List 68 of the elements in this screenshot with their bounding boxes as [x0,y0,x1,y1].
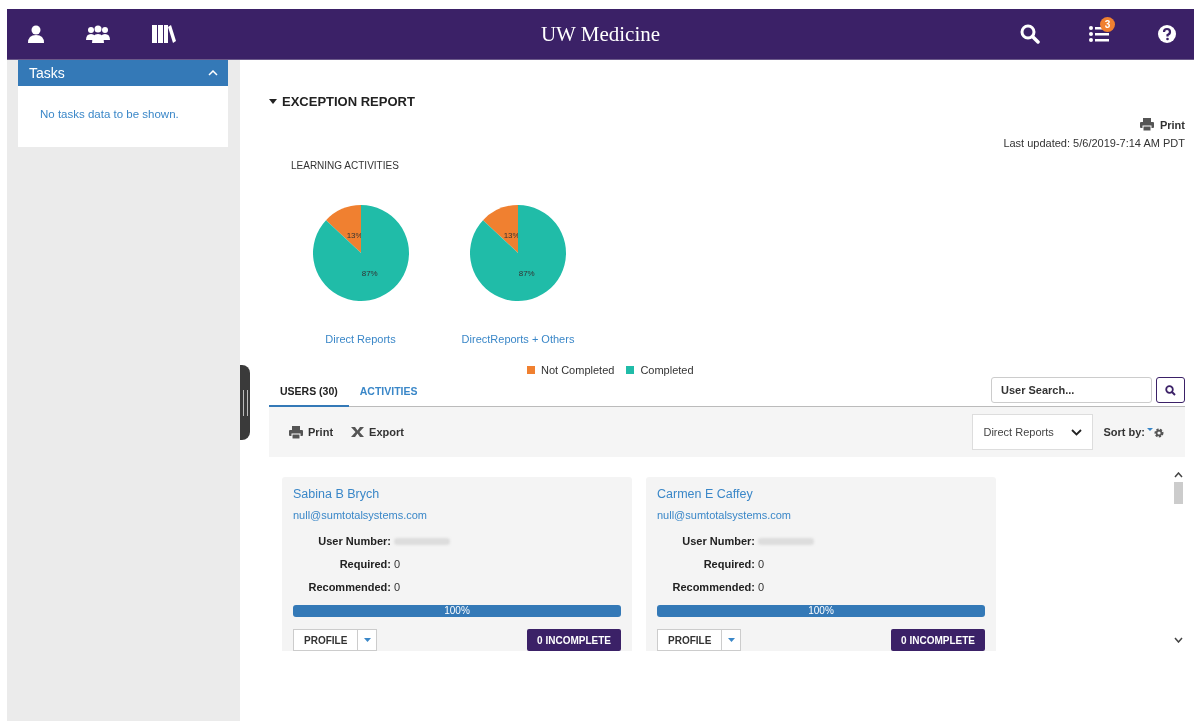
chevron-down-icon [1071,428,1083,436]
slice-label: 87% [518,269,535,279]
export-button[interactable]: Export [351,426,404,438]
sort-settings-icon [1147,426,1165,438]
slice-label: 87% [361,269,378,279]
print-button[interactable]: Print [289,425,334,439]
printer-icon [1139,118,1154,131]
user-name-link[interactable]: Carmen E Caffey [657,487,985,501]
panel-header[interactable]: Tasks [18,60,228,86]
help-button[interactable] [1158,25,1176,43]
caret-icon [269,99,277,104]
search-button[interactable] [1020,24,1040,44]
dropdown-button[interactable] [358,629,378,651]
filter-dropdown[interactable]: Direct Reports [972,414,1094,450]
section-toggle[interactable]: EXCEPTION REPORT [269,94,415,109]
caret-icon [727,638,735,642]
field-value: 0 [758,558,765,570]
email-link[interactable]: null@sumtotalsystems.com [657,509,985,521]
progress-text: 100% [443,605,471,617]
panel-title: Tasks [29,65,65,81]
team-button[interactable] [86,25,110,43]
field-label: Required: [339,558,391,570]
field-value: 0 [394,558,401,570]
last-updated-text: Last updated: 5/6/2019-7:14 AM PDT [1002,137,1185,149]
print-link[interactable]: Print [1139,118,1185,131]
search-icon [1020,24,1040,44]
printer-icon [289,425,303,439]
search-button[interactable] [1156,377,1185,403]
field-label: Required: [703,558,755,570]
field-label: User Number: [682,535,755,547]
incomplete-button[interactable]: 0 INCOMPLETE [891,629,985,651]
notification-badge: 3 [1100,17,1115,32]
profile-button[interactable] [28,25,44,43]
user-name-link[interactable]: Sabina B Brych [293,487,621,501]
group-icon [86,25,110,43]
caret-icon [363,638,371,642]
field-label: Recommended: [672,581,755,593]
books-icon [152,25,176,43]
field-value: 0 [758,581,765,593]
scroll-up-icon [1174,472,1183,478]
profile-button[interactable]: PROFILE [657,629,723,651]
tab[interactable]: ACTIVITIES [348,385,429,407]
email-link[interactable]: null@sumtotalsystems.com [293,509,621,521]
chevron-icon [208,70,218,76]
excel-icon [351,427,365,437]
person-icon [28,25,44,43]
field-value: 0 [394,581,401,593]
brand-title: UW Medicine [540,21,661,47]
help-icon [1158,25,1176,43]
resize-handle[interactable] [240,365,250,440]
field-label: User Number: [318,535,391,547]
progress-text: 100% [807,605,835,617]
search-icon [1165,384,1176,396]
profile-button[interactable]: PROFILE [293,629,359,651]
scroll-thumb[interactable] [1174,482,1183,504]
scroll-down-icon [1174,637,1183,643]
chart-link[interactable]: Direct Reports [325,333,396,345]
legend-label: Completed [640,364,694,376]
legend-label: Not Completed [541,364,615,376]
library-button[interactable] [152,25,176,43]
dropdown-button[interactable] [722,629,742,651]
field-label: Recommended: [308,581,391,593]
incomplete-button[interactable]: 0 INCOMPLETE [527,629,621,651]
sort-button[interactable]: Sort by: [1103,426,1165,438]
section-label: LEARNING ACTIVITIES [291,160,400,171]
empty-message: No tasks data to be shown. [40,108,180,120]
chart-link[interactable]: DirectReports + Others [461,333,575,345]
search-field[interactable]: User Search... [991,377,1152,403]
